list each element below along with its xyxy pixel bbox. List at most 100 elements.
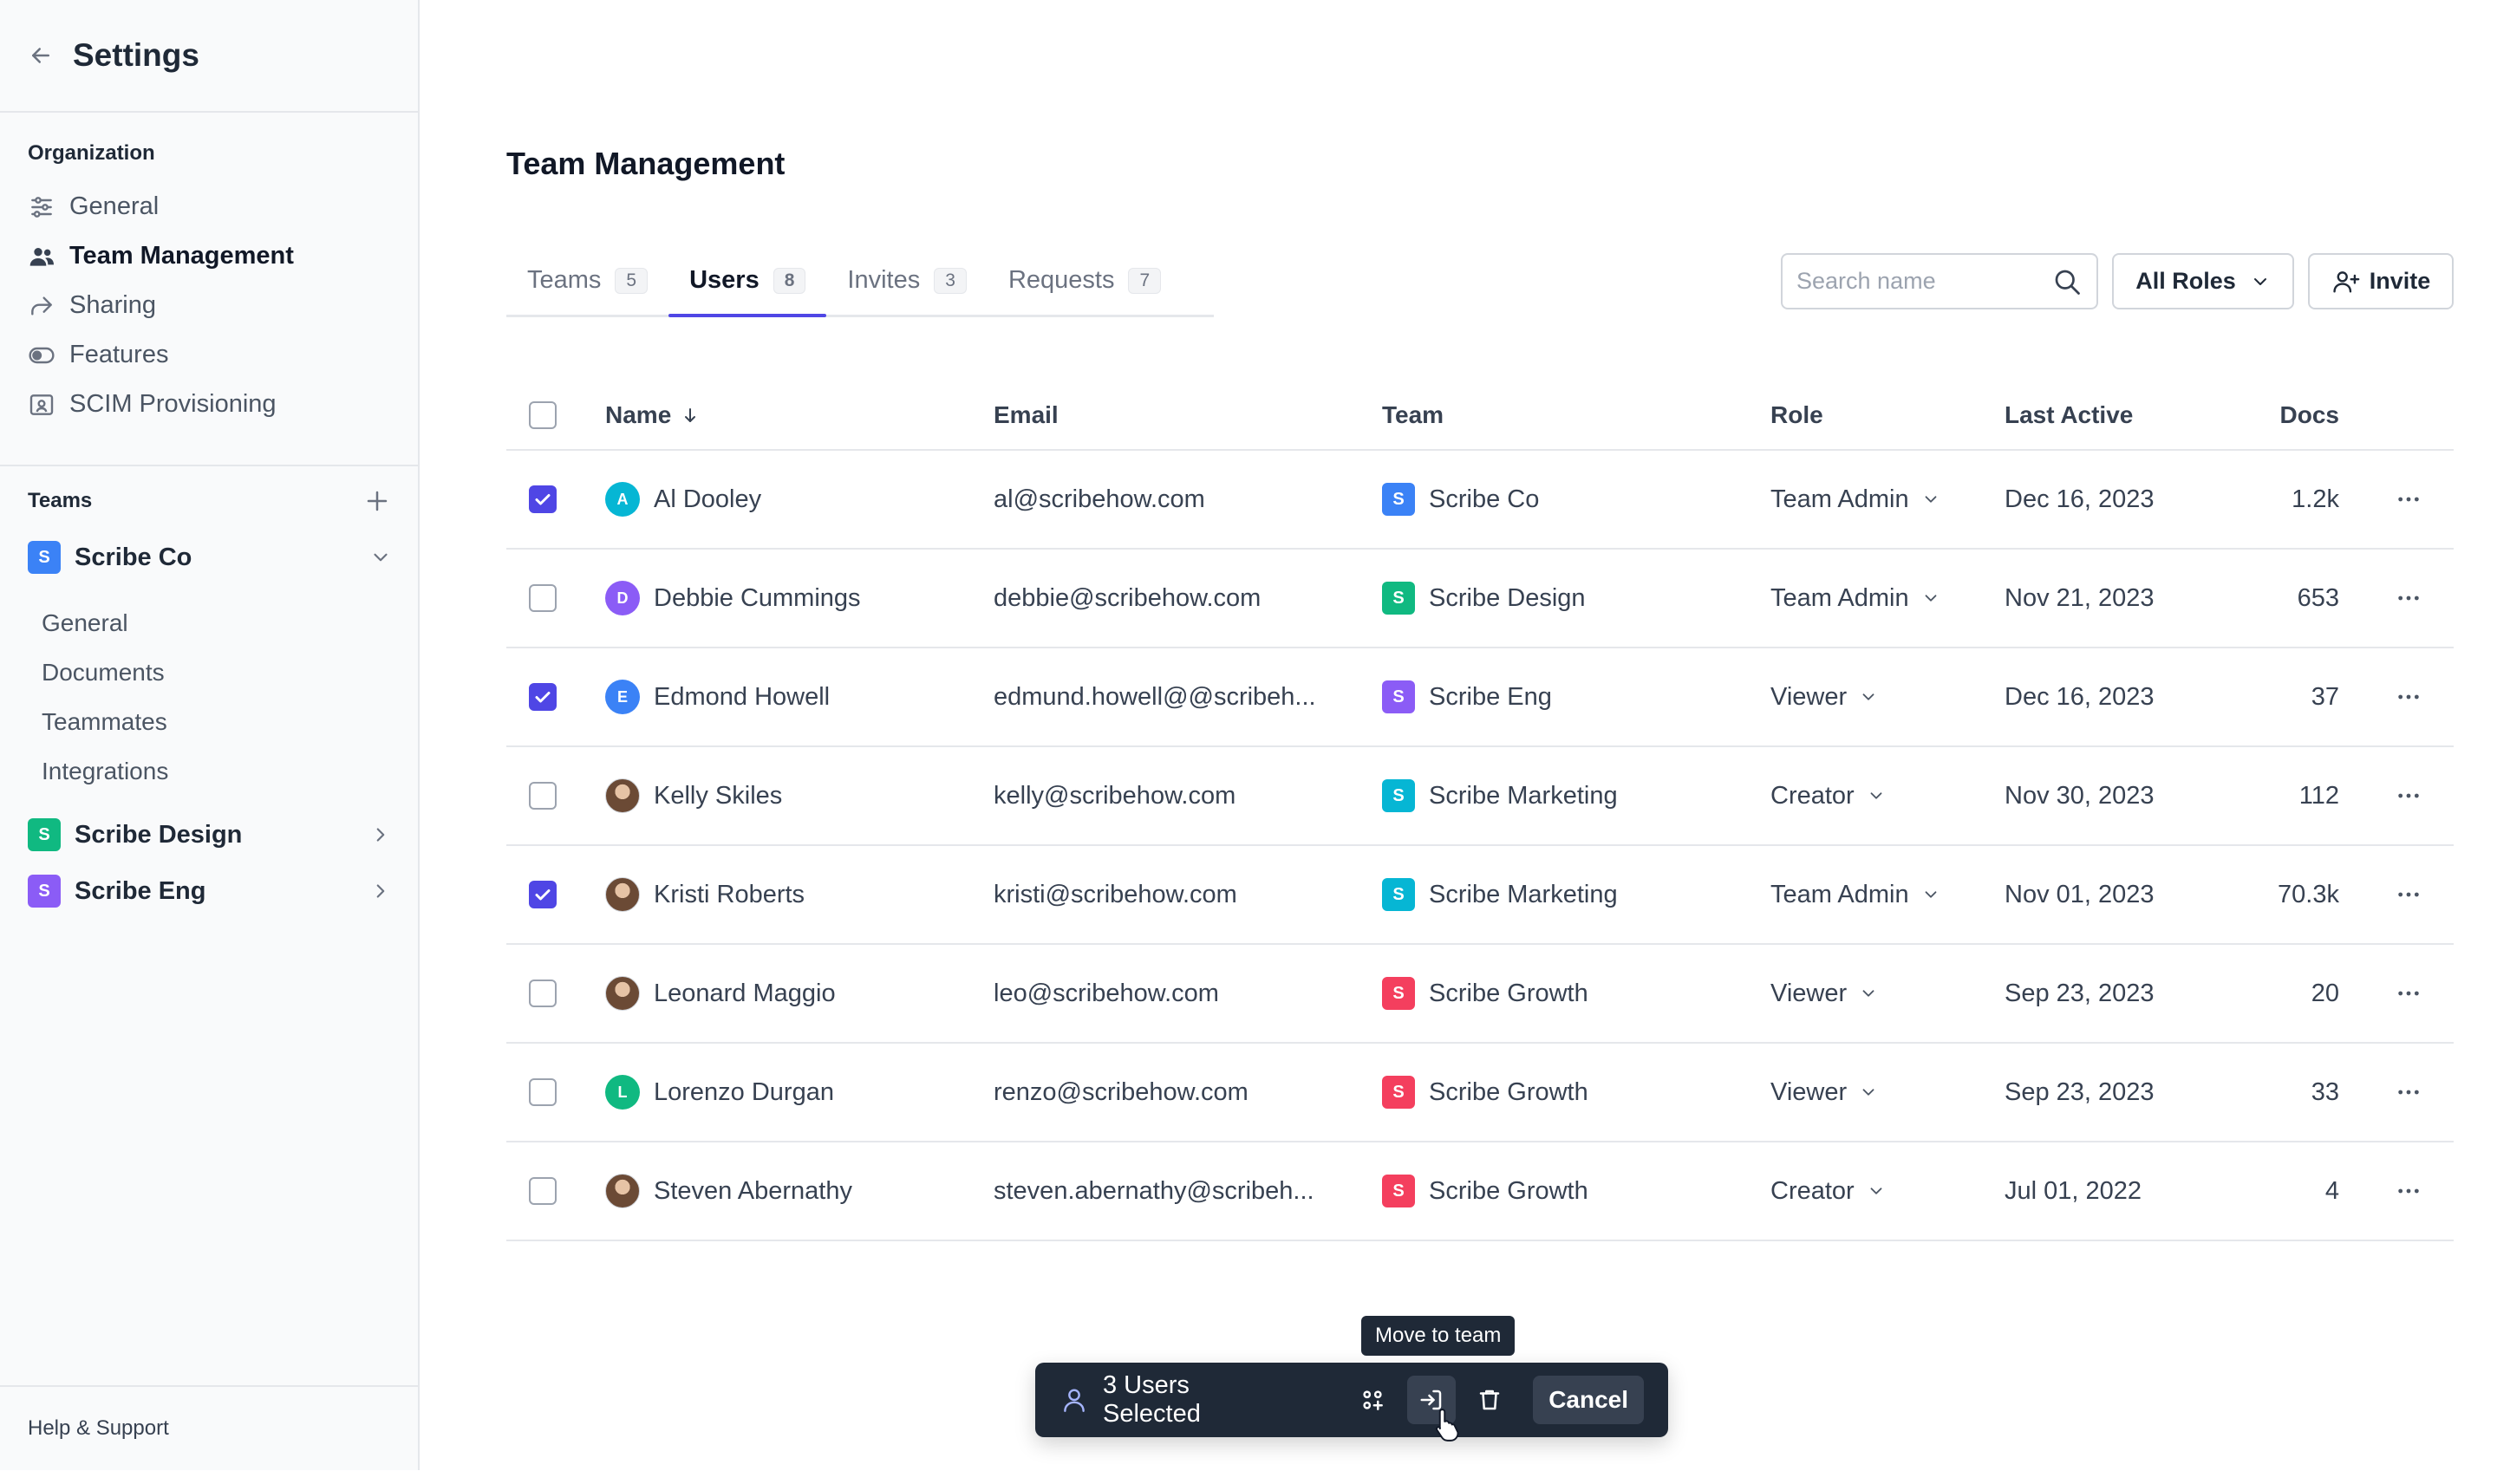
- table-row[interactable]: E Edmond Howell edmund.howell@@scribeh... S…: [506, 648, 2454, 747]
- role-dropdown[interactable]: Team Admin: [1770, 584, 2005, 613]
- move-to-team-tooltip: Move to team: [1361, 1316, 1516, 1356]
- user-email: steven.abernathy@scribeh...: [994, 1176, 1314, 1205]
- role-dropdown[interactable]: Viewer: [1770, 980, 2005, 1008]
- more-horizontal-icon[interactable]: [2395, 485, 2422, 513]
- delete-button[interactable]: [1466, 1376, 1515, 1424]
- table-body: A Al Dooley al@scribehow.com S Scribe Co Team…: [506, 451, 2454, 1241]
- row-checkbox[interactable]: [529, 1078, 557, 1106]
- role-label: Team Admin: [1770, 485, 1909, 513]
- user-team-cell: S Scribe Growth: [1382, 1076, 1770, 1109]
- table-row[interactable]: Kelly Skiles kelly@scribehow.com S Scribe M…: [506, 747, 2454, 846]
- team-name: Scribe Eng: [1429, 682, 1552, 711]
- nav-item-features[interactable]: Features: [28, 330, 294, 380]
- team-name: Scribe Design: [75, 820, 243, 849]
- user-email: al@scribehow.com: [994, 485, 1205, 513]
- tab-requests[interactable]: Requests 7: [988, 246, 1182, 315]
- docs-count: 37: [2311, 682, 2339, 711]
- user-name: Al Dooley: [654, 485, 762, 513]
- tab-teams[interactable]: Teams 5: [506, 246, 668, 315]
- more-horizontal-icon[interactable]: [2395, 980, 2422, 1007]
- invite-button[interactable]: Invite: [2308, 253, 2454, 309]
- row-checkbox-cell: [506, 782, 605, 810]
- row-checkbox[interactable]: [529, 584, 557, 612]
- tab-bar: Teams 5 Users 8 Invites 3 Requests 7: [506, 246, 1214, 317]
- header-name[interactable]: Name: [605, 401, 994, 429]
- row-checkbox[interactable]: [529, 980, 557, 1007]
- docs-count: 653: [2297, 583, 2339, 612]
- row-checkbox[interactable]: [529, 683, 557, 711]
- more-horizontal-icon[interactable]: [2395, 1177, 2422, 1205]
- back-arrow-icon[interactable]: [28, 42, 54, 68]
- row-checkbox[interactable]: [529, 1177, 557, 1205]
- search-input[interactable]: [1796, 268, 2051, 295]
- more-horizontal-icon[interactable]: [2395, 584, 2422, 612]
- chevron-down-icon: [1859, 984, 1878, 1003]
- table-row[interactable]: L Lorenzo Durgan renzo@scribehow.com S Scrib…: [506, 1044, 2454, 1142]
- last-active: Sep 23, 2023: [2005, 1077, 2155, 1106]
- role-label: Creator: [1770, 781, 1855, 810]
- subnav-item-teammates[interactable]: Teammates: [42, 697, 168, 746]
- more-horizontal-icon[interactable]: [2395, 683, 2422, 711]
- sidebar-team-scribe-co[interactable]: S Scribe Co: [28, 541, 392, 574]
- user-name-cell: D Debbie Cummings: [605, 581, 994, 615]
- change-role-button[interactable]: [1348, 1376, 1397, 1424]
- role-dropdown[interactable]: Team Admin: [1770, 485, 2005, 514]
- subnav-item-documents[interactable]: Documents: [42, 648, 168, 697]
- tab-invites[interactable]: Invites 3: [826, 246, 988, 315]
- roles-filter-dropdown[interactable]: All Roles: [2112, 253, 2294, 309]
- role-dropdown[interactable]: Viewer: [1770, 1078, 2005, 1107]
- avatar: [605, 976, 640, 1011]
- select-all-checkbox[interactable]: [529, 401, 557, 429]
- team-badge: S: [1382, 1175, 1415, 1207]
- nav-item-label: Sharing: [69, 291, 156, 319]
- id-card-icon: [28, 391, 55, 419]
- last-active: Dec 16, 2023: [2005, 485, 2155, 513]
- sidebar-header: Settings: [0, 0, 418, 113]
- add-team-icon[interactable]: [364, 488, 390, 514]
- docs-count: 70.3k: [2278, 880, 2339, 908]
- tab-users[interactable]: Users 8: [668, 246, 827, 317]
- nav-item-general[interactable]: General: [28, 182, 294, 231]
- share-icon: [28, 292, 55, 320]
- user-team-cell: S Scribe Growth: [1382, 977, 1770, 1010]
- chevron-right-icon[interactable]: [369, 823, 392, 846]
- teams-header: Teams: [0, 488, 418, 514]
- row-checkbox[interactable]: [529, 881, 557, 908]
- role-dropdown[interactable]: Viewer: [1770, 683, 2005, 712]
- user-name-cell: Kristi Roberts: [605, 877, 994, 912]
- table-row[interactable]: Kristi Roberts kristi@scribehow.com S Scrib…: [506, 846, 2454, 945]
- more-horizontal-icon[interactable]: [2395, 782, 2422, 810]
- row-checkbox-cell: [506, 881, 605, 908]
- search-icon[interactable]: [2051, 266, 2083, 297]
- user-team-cell: S Scribe Design: [1382, 582, 1770, 615]
- help-support-link[interactable]: Help & Support: [0, 1385, 418, 1470]
- row-checkbox-cell: [506, 1177, 605, 1205]
- chevron-down-icon[interactable]: [369, 546, 392, 569]
- subnav-item-integrations[interactable]: Integrations: [42, 746, 168, 796]
- cancel-button[interactable]: Cancel: [1533, 1376, 1645, 1424]
- user-email: debbie@scribehow.com: [994, 583, 1262, 612]
- more-horizontal-icon[interactable]: [2395, 881, 2422, 908]
- sidebar-team-scribe-eng[interactable]: S Scribe Eng: [28, 875, 392, 908]
- table-row[interactable]: A Al Dooley al@scribehow.com S Scribe Co Team…: [506, 451, 2454, 550]
- nav-item-sharing[interactable]: Sharing: [28, 281, 294, 330]
- table-row[interactable]: Leonard Maggio leo@scribehow.com S Scribe G…: [506, 945, 2454, 1044]
- table-row[interactable]: D Debbie Cummings debbie@scribehow.com S Scr…: [506, 550, 2454, 648]
- bulk-action-bar: 3 Users Selected Cancel: [1035, 1363, 1668, 1437]
- row-checkbox[interactable]: [529, 782, 557, 810]
- user-icon: [1059, 1385, 1089, 1415]
- chevron-down-icon: [1921, 490, 1940, 509]
- subnav-item-general[interactable]: General: [42, 598, 168, 648]
- more-horizontal-icon[interactable]: [2395, 1078, 2422, 1106]
- row-checkbox[interactable]: [529, 485, 557, 513]
- sidebar-team-scribe-design[interactable]: S Scribe Design: [28, 818, 392, 851]
- nav-item-scim-provisioning[interactable]: SCIM Provisioning: [28, 380, 294, 429]
- role-dropdown[interactable]: Creator: [1770, 782, 2005, 810]
- nav-item-team-management[interactable]: Team Management: [28, 231, 294, 281]
- chevron-right-icon[interactable]: [369, 880, 392, 902]
- role-dropdown[interactable]: Creator: [1770, 1177, 2005, 1206]
- table-row[interactable]: Steven Abernathy steven.abernathy@scribeh…: [506, 1142, 2454, 1241]
- role-dropdown[interactable]: Team Admin: [1770, 881, 2005, 909]
- team-badge: S: [1382, 582, 1415, 615]
- last-active: Nov 21, 2023: [2005, 583, 2155, 612]
